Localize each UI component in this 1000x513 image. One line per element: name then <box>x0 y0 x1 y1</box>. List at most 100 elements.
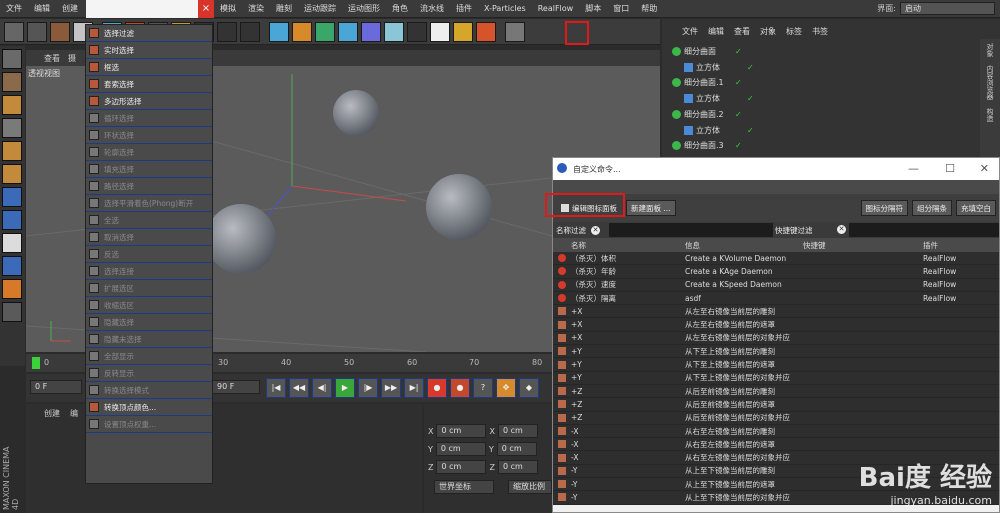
toolbar-tool-icon[interactable] <box>384 21 404 42</box>
menu-item[interactable]: 运动跟踪 <box>298 3 342 14</box>
group-separator-button[interactable]: 组分隔条 <box>912 200 952 216</box>
toolbar-tool-icon[interactable] <box>476 21 496 42</box>
sphere-object[interactable] <box>206 204 276 274</box>
menu-search-box[interactable]: × <box>86 0 214 18</box>
toolbar-tool-icon[interactable] <box>453 21 473 42</box>
material-menu-edit[interactable]: 编 <box>70 408 78 419</box>
record-icon[interactable]: ● <box>427 378 447 398</box>
object-row[interactable]: 细分曲面.2 ✓ <box>672 107 742 122</box>
left-tool-icon[interactable] <box>2 95 22 115</box>
first-frame-icon[interactable]: |◀ <box>266 378 286 398</box>
minimize-icon[interactable]: — <box>908 162 919 175</box>
dropdown-menu-item[interactable]: 多边形选择 <box>86 93 212 110</box>
interface-select[interactable]: 启动 <box>900 2 995 15</box>
table-row[interactable]: -X 从右至左镜像当前层的雕刻 <box>553 424 999 439</box>
left-tool-icon[interactable] <box>2 256 22 276</box>
close-icon[interactable]: × <box>198 0 214 18</box>
table-row[interactable]: +Z 从后至前镜像当前层的雕刻 <box>553 384 999 399</box>
viewport-menu-view[interactable]: 查看 <box>44 53 60 64</box>
toolbar-tool-icon[interactable] <box>315 21 335 42</box>
world-coord-select[interactable]: 世界坐标 <box>434 480 494 494</box>
visibility-check-icon[interactable]: ✓ <box>747 63 754 72</box>
object-menu-item[interactable]: 文件 <box>682 26 698 37</box>
left-tool-icon[interactable] <box>2 49 22 69</box>
end-frame-field[interactable]: 90 F <box>212 380 260 394</box>
col-info[interactable]: 信息 <box>685 240 803 251</box>
name-filter-input[interactable] <box>609 223 773 237</box>
object-row[interactable]: 细分曲面.1 ✓ <box>672 75 742 90</box>
menu-item[interactable]: 帮助 <box>635 3 663 14</box>
menu-item[interactable]: 文件 <box>0 3 28 14</box>
dropdown-menu-item[interactable]: 反转显示 <box>86 365 212 382</box>
dropdown-menu-item[interactable]: 循环选择 <box>86 110 212 127</box>
coord-field[interactable]: 0 cm <box>497 424 538 438</box>
visibility-check-icon[interactable]: ✓ <box>735 47 742 56</box>
menu-item[interactable]: RealFlow <box>532 4 580 13</box>
left-tool-icon[interactable] <box>2 72 22 92</box>
prev-key-icon[interactable]: ◀◀ <box>289 378 309 398</box>
table-row[interactable]: （杀灭）体积 Create a KVolume Daemon RealFlow <box>553 252 999 266</box>
table-row[interactable]: （杀灭）隔离 asdf RealFlow <box>553 291 999 306</box>
clear-icon[interactable]: ✕ <box>591 225 600 235</box>
table-row[interactable]: +Z 从后至前镜像当前层的遮罩 <box>553 398 999 412</box>
menu-item[interactable]: 窗口 <box>607 3 635 14</box>
visibility-check-icon[interactable]: ✓ <box>747 94 754 103</box>
coord-field[interactable]: 0 cm <box>436 424 487 438</box>
object-row[interactable]: 立方体 ✓ <box>684 60 754 75</box>
table-row[interactable]: +Y 从下至上镜像当前层的遮罩 <box>553 358 999 372</box>
dropdown-menu-item[interactable]: 收缩选区 <box>86 297 212 314</box>
dropdown-menu-item[interactable]: 转换顶点颜色... <box>86 399 212 416</box>
dropdown-menu-item[interactable]: 轮廓选择 <box>86 144 212 161</box>
coord-field[interactable]: 0 cm <box>436 460 487 474</box>
autokey-icon[interactable]: ● <box>450 378 470 398</box>
dropdown-menu-item[interactable]: 填充选择 <box>86 161 212 178</box>
toolbar-tool-icon[interactable] <box>430 21 450 42</box>
coord-field[interactable]: 0 cm <box>496 442 537 456</box>
menu-item[interactable]: 创建 <box>56 3 84 14</box>
visibility-check-icon[interactable]: ✓ <box>747 126 754 135</box>
scale-select[interactable]: 缩放比例 <box>508 480 552 494</box>
side-tab[interactable]: 对象 <box>980 39 1000 61</box>
toolbar-tool-icon[interactable] <box>50 21 70 42</box>
move-icon[interactable]: ✥ <box>496 378 516 398</box>
menu-item[interactable]: X-Particles <box>478 4 532 13</box>
table-row[interactable]: +X 从左至右镜像当前层的对象并应 <box>553 331 999 346</box>
dropdown-menu-item[interactable]: 全部显示 <box>86 348 212 365</box>
coord-field[interactable]: 0 cm <box>497 460 538 474</box>
toolbar-tool-icon[interactable] <box>292 21 312 42</box>
dropdown-menu-item[interactable]: 框选 <box>86 59 212 76</box>
close-icon[interactable]: ✕ <box>980 162 989 175</box>
dropdown-menu-item[interactable]: 隐藏选择 <box>86 314 212 331</box>
menu-item[interactable]: 脚本 <box>579 3 607 14</box>
shortcut-filter-input[interactable] <box>849 223 999 237</box>
toolbar-tool-icon[interactable] <box>338 21 358 42</box>
coord-field[interactable]: 0 cm <box>435 442 486 456</box>
toolbar-tool-icon[interactable] <box>240 21 260 42</box>
side-tab[interactable]: 构造 <box>980 104 1000 126</box>
dropdown-menu-item[interactable]: 全选 <box>86 212 212 229</box>
side-tab[interactable]: 内容浏览器 <box>980 61 1000 104</box>
object-menu-item[interactable]: 编辑 <box>708 26 724 37</box>
toolbar-tool-icon[interactable] <box>361 21 381 42</box>
menu-item[interactable]: 模拟 <box>214 3 242 14</box>
start-frame-field[interactable]: 0 F <box>30 380 82 394</box>
col-shortcut[interactable]: 快捷键 <box>803 240 923 251</box>
dropdown-menu-item[interactable]: 扩展选区 <box>86 280 212 297</box>
dropdown-menu-item[interactable]: 反选 <box>86 246 212 263</box>
left-tool-icon[interactable] <box>2 187 22 207</box>
toolbar-tool-icon[interactable] <box>27 21 47 42</box>
dropdown-menu-item[interactable]: 选择连接 <box>86 263 212 280</box>
table-row[interactable]: （杀灭）速度 Create a KSpeed Daemon RealFlow <box>553 278 999 292</box>
left-tool-icon[interactable] <box>2 279 22 299</box>
dropdown-menu-item[interactable]: 隐藏未选择 <box>86 331 212 348</box>
dropdown-menu-item[interactable]: 环状选择 <box>86 127 212 144</box>
next-key-icon[interactable]: ▶▶ <box>381 378 401 398</box>
icon-separator-button[interactable]: 图标分隔符 <box>860 200 908 216</box>
toolbar-tool-icon[interactable] <box>505 21 525 42</box>
menu-item[interactable]: 运动图形 <box>342 3 386 14</box>
menu-item[interactable]: 流水线 <box>414 3 450 14</box>
toolbar-tool-icon[interactable] <box>4 21 24 42</box>
visibility-check-icon[interactable]: ✓ <box>735 78 742 87</box>
dropdown-menu-item[interactable]: 实时选择 <box>86 42 212 59</box>
table-row[interactable]: +X 从左至右镜像当前层的雕刻 <box>553 305 999 319</box>
